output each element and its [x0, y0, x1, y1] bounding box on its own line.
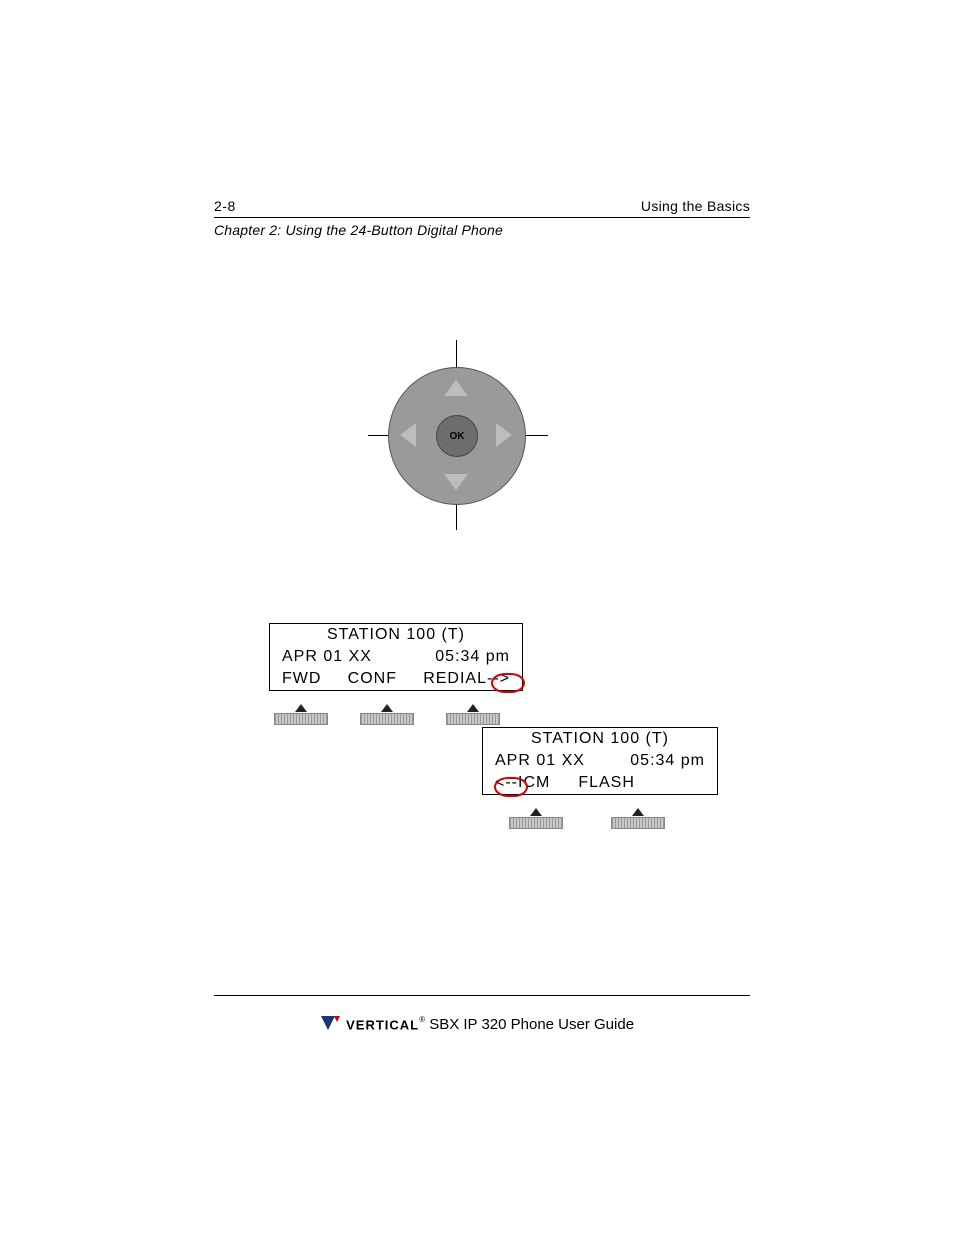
arrow-up-icon — [295, 704, 307, 712]
highlight-oval-2 — [494, 777, 528, 797]
lcd2-line1: STATION 100 (T) — [483, 728, 717, 750]
softkey-row-2 — [510, 808, 664, 829]
lcd2-line2: APR 01 XX 05:34 pm — [483, 750, 717, 772]
softkey-button — [612, 808, 664, 829]
lcd1-soft1: FWD — [282, 670, 321, 688]
softkey-bar — [509, 817, 563, 829]
chapter-title: Chapter 2: Using the 24-Button Digital P… — [214, 222, 503, 238]
arrow-right-icon — [496, 423, 512, 447]
footer-rule — [214, 995, 750, 996]
lcd-display-1: STATION 100 (T) APR 01 XX 05:34 pm FWD C… — [269, 623, 523, 691]
page-number: 2-8 — [214, 198, 236, 214]
registered-mark: ® — [419, 1015, 425, 1024]
nav-button-figure: OK — [388, 350, 568, 530]
footer-title: SBX IP 320 Phone User Guide — [429, 1016, 634, 1033]
arrow-up-icon — [467, 704, 479, 712]
lcd2-date: APR 01 XX — [495, 752, 585, 770]
lcd2-soft2: FLASH — [578, 774, 635, 792]
arrow-down-icon — [444, 474, 468, 490]
arrow-up-icon — [381, 704, 393, 712]
softkey-bar — [274, 713, 328, 725]
lcd2-time: 05:34 pm — [630, 752, 705, 770]
ok-button: OK — [436, 415, 478, 457]
lcd1-line1: STATION 100 (T) — [270, 624, 522, 646]
softkey-button — [275, 704, 327, 725]
softkey-bar — [360, 713, 414, 725]
header-rule — [214, 217, 750, 218]
lcd1-time: 05:34 pm — [435, 648, 510, 666]
softkey-bar — [611, 817, 665, 829]
lcd1-soft2: CONF — [348, 670, 397, 688]
softkey-bar — [446, 713, 500, 725]
softkey-button — [361, 704, 413, 725]
lcd1-date: APR 01 XX — [282, 648, 372, 666]
section-title: Using the Basics — [641, 198, 750, 214]
logo-brand-text: VERTICAL — [346, 1018, 419, 1033]
softkey-button — [447, 704, 499, 725]
softkey-row-1 — [275, 704, 499, 725]
softkey-button — [510, 808, 562, 829]
vertical-logo-icon — [320, 1015, 342, 1035]
lcd1-soft3: REDIAL — [423, 670, 487, 687]
arrow-up-icon — [632, 808, 644, 816]
arrow-up-icon — [530, 808, 542, 816]
arrow-left-icon — [400, 423, 416, 447]
lcd1-line3: FWD CONF REDIAL--> — [270, 668, 522, 690]
highlight-oval-1 — [491, 673, 525, 693]
footer: VERTICAL® SBX IP 320 Phone User Guide — [0, 1015, 954, 1035]
lcd1-line2: APR 01 XX 05:34 pm — [270, 646, 522, 668]
arrow-up-icon — [444, 380, 468, 396]
